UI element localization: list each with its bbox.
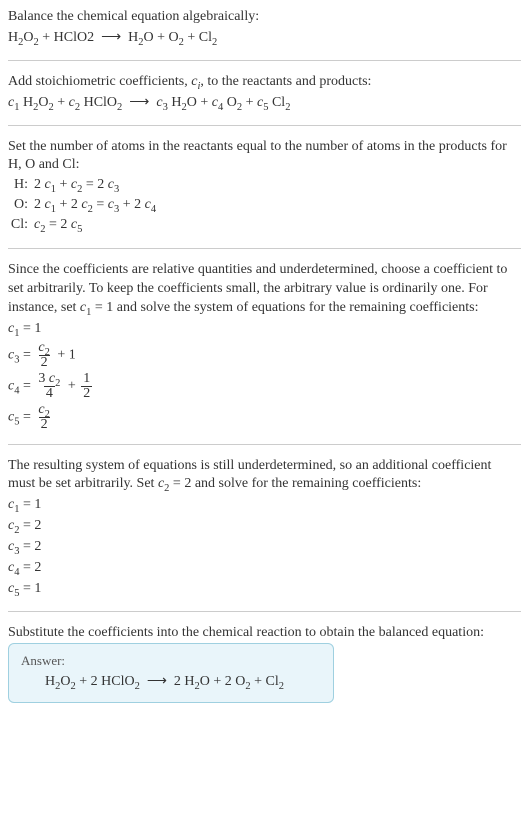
balance-row-Cl: Cl: c2 = 2 c5 [8, 216, 521, 235]
coeff-line: c4 = 3 c24 + 12 [8, 372, 521, 401]
intro-text: Balance the chemical equation algebraica… [8, 8, 521, 27]
balanced-equation: H2O2 + 2 HClO2 ⟶ 2 H2O + 2 O2 + Cl2 [21, 673, 321, 692]
coeff-line: c5 = c22 [8, 403, 521, 432]
element-label: Cl: [8, 216, 28, 235]
section-solve-c2: The resulting system of equations is sti… [8, 457, 521, 612]
section-solve-c1: Since the coefficients are relative quan… [8, 261, 521, 445]
section-balance-intro: Balance the chemical equation algebraica… [8, 8, 521, 61]
balance-eq: 2 c1 + c2 = 2 c3 [34, 176, 119, 195]
balance-row-H: H: 2 c1 + c2 = 2 c3 [8, 176, 521, 195]
balance-eq: c2 = 2 c5 [34, 216, 82, 235]
section-substitute: Substitute the coefficients into the che… [8, 624, 521, 709]
coeff-line: c4 = 2 [8, 559, 521, 578]
intro-text: Substitute the coefficients into the che… [8, 624, 521, 643]
coeff-line: c1 = 1 [8, 496, 521, 515]
answer-label: Answer: [21, 652, 321, 670]
coeff-line: c3 = 2 [8, 538, 521, 557]
element-label: H: [8, 176, 28, 195]
coeff-line: c1 = 1 [8, 320, 521, 339]
coeff-equation: c1 H2O2 + c2 HClO2 ⟶ c3 H2O + c4 O2 + c5… [8, 94, 521, 113]
intro-text: Add stoichiometric coefficients, ci, to … [8, 73, 521, 92]
coeff-line: c2 = 2 [8, 517, 521, 536]
unbalanced-equation: H2O2 + HClO2 ⟶ H2O + O2 + Cl2 [8, 29, 521, 48]
answer-box: Answer: H2O2 + 2 HClO2 ⟶ 2 H2O + 2 O2 + … [8, 643, 334, 703]
section-atom-balance: Set the number of atoms in the reactants… [8, 138, 521, 249]
intro-text: Set the number of atoms in the reactants… [8, 138, 521, 176]
section-stoich-coeffs: Add stoichiometric coefficients, ci, to … [8, 73, 521, 126]
coeff-line: c3 = c22 + 1 [8, 341, 521, 370]
balance-eq: 2 c1 + 2 c2 = c3 + 2 c4 [34, 196, 156, 215]
element-label: O: [8, 196, 28, 215]
balance-row-O: O: 2 c1 + 2 c2 = c3 + 2 c4 [8, 196, 521, 215]
intro-text: The resulting system of equations is sti… [8, 457, 521, 495]
intro-text: Since the coefficients are relative quan… [8, 261, 521, 318]
coeff-line: c5 = 1 [8, 580, 521, 599]
